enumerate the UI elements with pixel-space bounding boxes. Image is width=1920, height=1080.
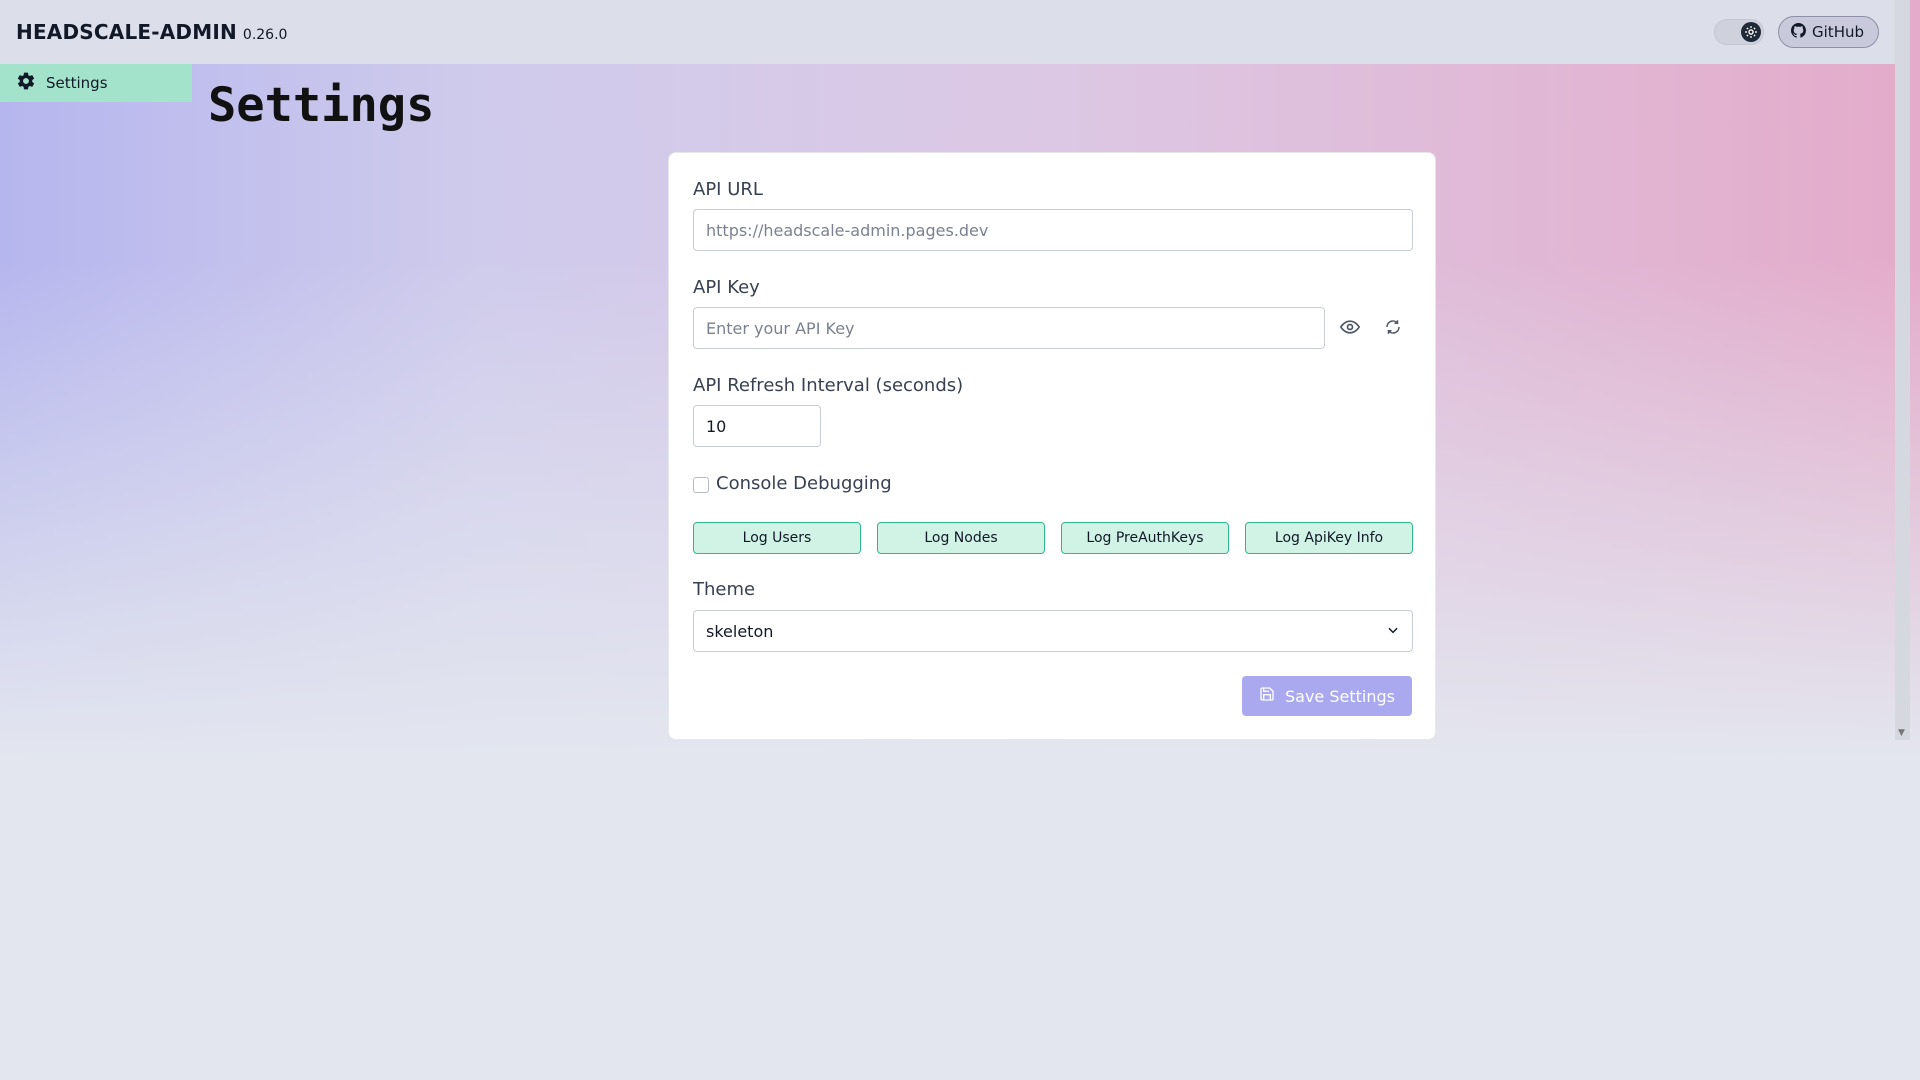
refresh-interval-input[interactable]: [693, 405, 821, 447]
log-apikey-info-button[interactable]: Log ApiKey Info: [1245, 522, 1413, 554]
app-title: HEADSCALE-ADMIN: [16, 20, 237, 44]
app-version: 0.26.0: [242, 27, 288, 43]
page-title: Settings: [208, 78, 435, 133]
log-users-button[interactable]: Log Users: [693, 522, 861, 554]
scroll-down-arrow-icon[interactable]: ▼: [1898, 728, 1905, 738]
gear-icon: [16, 71, 36, 95]
eye-icon: [1339, 317, 1361, 340]
github-icon: [1791, 22, 1807, 42]
github-button[interactable]: GitHub: [1778, 16, 1879, 48]
log-nodes-button[interactable]: Log Nodes: [877, 522, 1045, 554]
chevron-down-icon: [1386, 622, 1400, 641]
top-bar: HEADSCALE-ADMIN 0.26.0 GitHub: [0, 0, 1895, 64]
header-actions: GitHub: [1714, 16, 1879, 48]
refresh-interval-label: API Refresh Interval (seconds): [693, 375, 964, 396]
show-key-button[interactable]: [1335, 313, 1365, 343]
save-settings-button[interactable]: Save Settings: [1242, 676, 1412, 716]
api-url-label: API URL: [693, 179, 763, 200]
save-icon: [1259, 686, 1275, 706]
refresh-key-button[interactable]: [1378, 313, 1408, 343]
save-settings-label: Save Settings: [1285, 686, 1395, 706]
theme-selected-value: skeleton: [706, 621, 774, 641]
console-debugging-label: Console Debugging: [716, 473, 892, 494]
api-key-label: API Key: [693, 277, 760, 298]
settings-card: API URL API Key API Refresh Interval (se…: [668, 152, 1436, 740]
console-debugging-checkbox[interactable]: [693, 477, 709, 493]
theme-select[interactable]: skeleton: [693, 610, 1413, 652]
theme-label: Theme: [693, 579, 756, 600]
api-key-input[interactable]: [693, 307, 1325, 349]
github-label: GitHub: [1812, 23, 1864, 41]
gear-icon: [1741, 22, 1762, 42]
refresh-icon: [1384, 318, 1402, 339]
sidebar-item-label: Settings: [46, 74, 108, 92]
api-url-input[interactable]: [693, 209, 1413, 251]
scrollbar[interactable]: ▼: [1895, 0, 1910, 740]
sidebar-item-settings[interactable]: Settings: [0, 64, 192, 102]
theme-toggle[interactable]: [1714, 19, 1765, 45]
brand: HEADSCALE-ADMIN 0.26.0: [16, 20, 287, 44]
log-preauthkeys-button[interactable]: Log PreAuthKeys: [1061, 522, 1229, 554]
